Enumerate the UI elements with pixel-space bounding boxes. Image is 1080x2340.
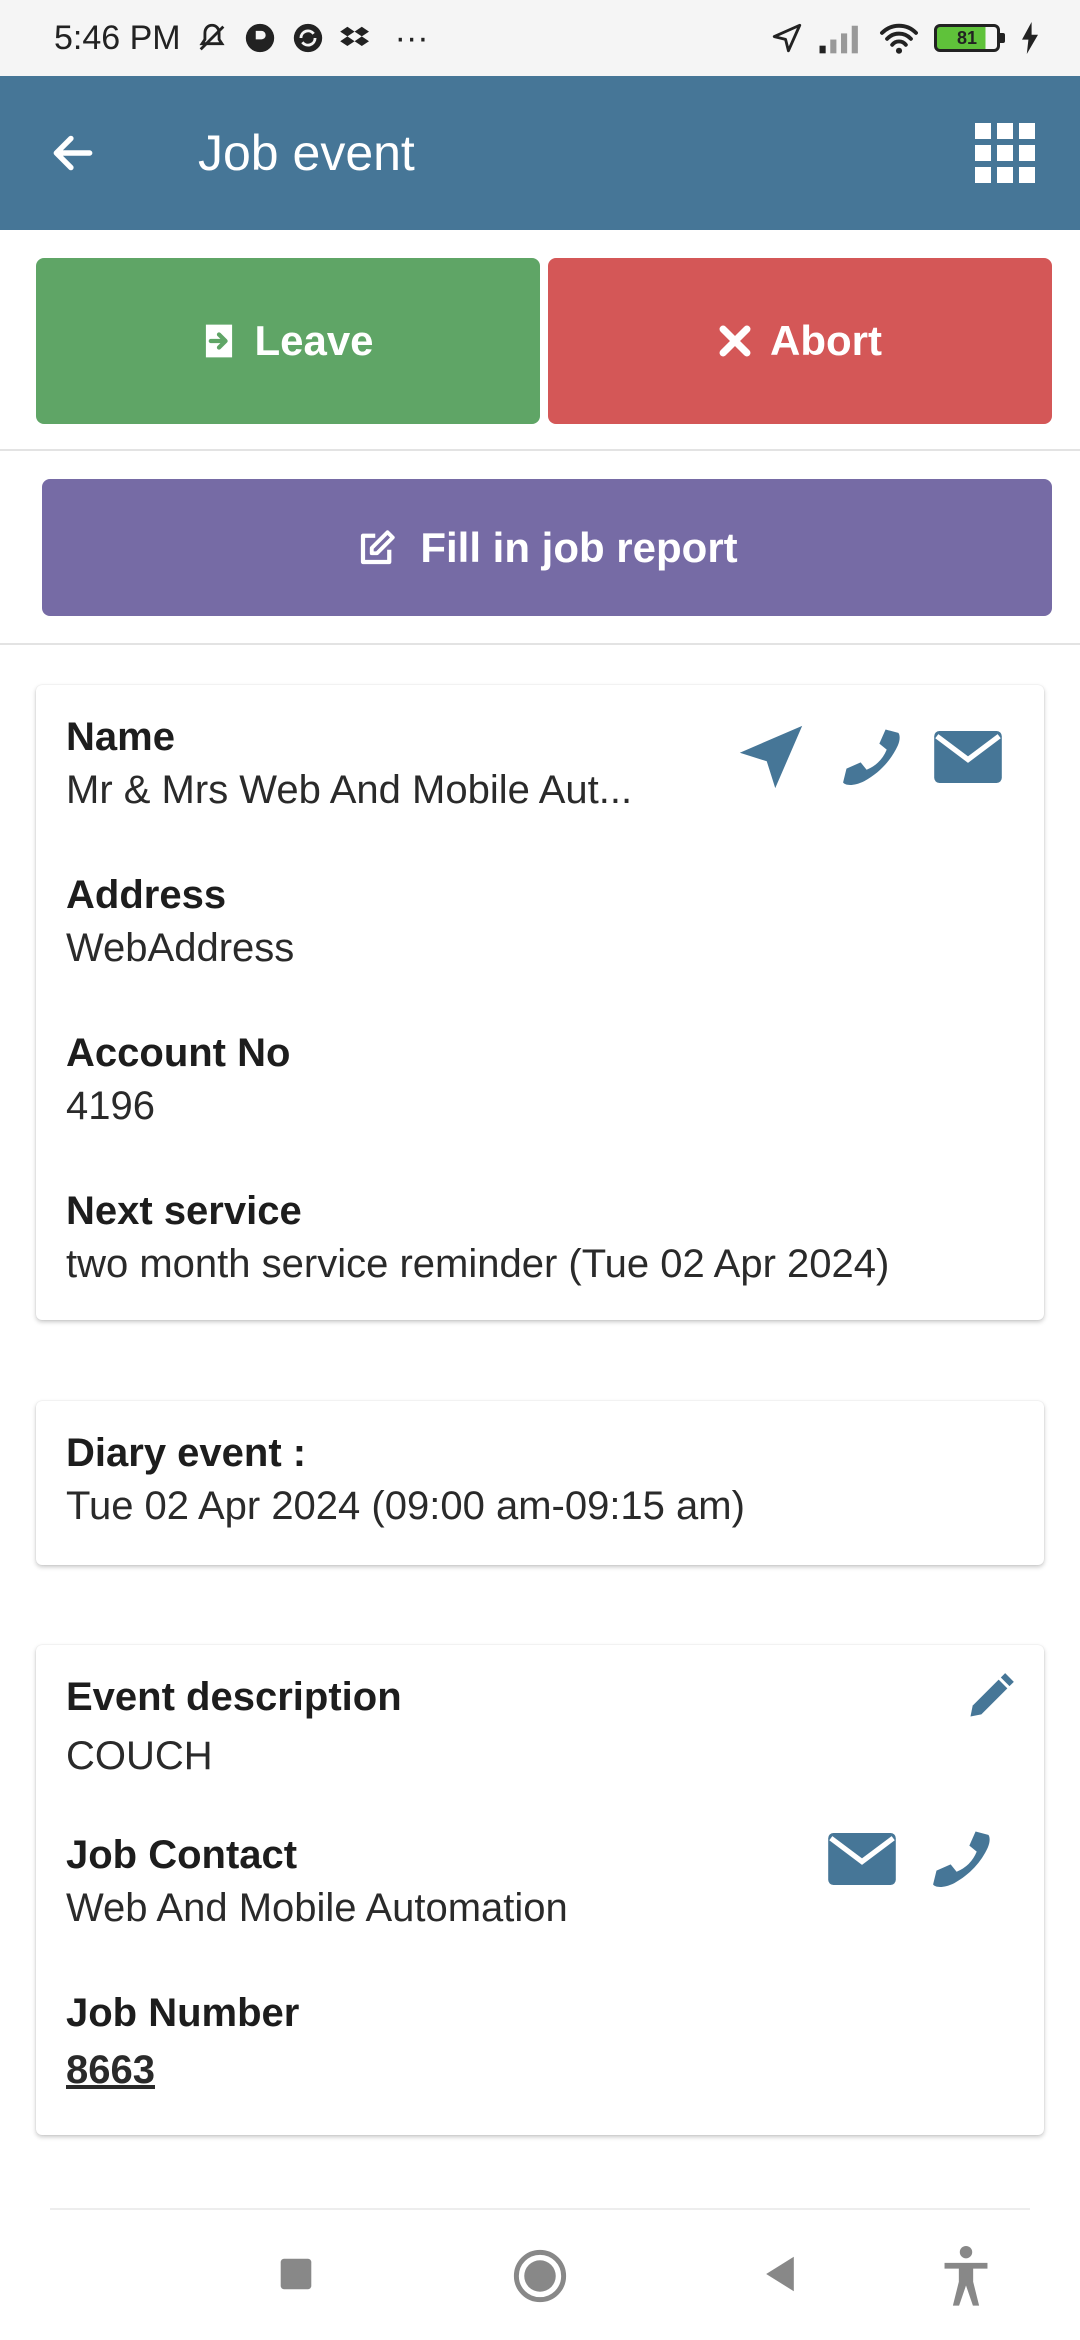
square-icon: [280, 2258, 312, 2290]
edit-description-button[interactable]: [964, 1671, 1016, 1723]
job-contact-actions: [828, 1825, 994, 1893]
account-label: Account No: [66, 1031, 291, 1075]
diary-label: Diary event :: [66, 1431, 307, 1475]
recents-button[interactable]: [278, 2256, 314, 2292]
job-number-field: Job Number 8663: [66, 1991, 299, 2093]
back-nav-button[interactable]: [760, 2254, 800, 2294]
close-icon: [719, 325, 751, 357]
grid-menu-icon: [975, 123, 1035, 183]
accessibility-icon: [944, 2245, 988, 2306]
call-contact-button[interactable]: [926, 1825, 994, 1893]
wifi-icon: [878, 21, 920, 55]
leave-button-label: Leave: [254, 317, 374, 364]
job-contact-field: Job Contact Web And Mobile Automation: [66, 1833, 568, 1931]
customer-card: Name Mr & Mrs Web And Mobile Aut... Addr…: [36, 685, 1044, 1320]
navigation-arrow-icon: [739, 725, 803, 789]
address-label: Address: [66, 873, 227, 917]
leave-button[interactable]: Leave: [36, 258, 540, 424]
event-description-field: Event description COUCH: [66, 1675, 402, 1779]
email-contact-button[interactable]: [828, 1833, 896, 1885]
job-number-link[interactable]: 8663: [66, 2048, 299, 2093]
phone-icon: [933, 1831, 990, 1887]
edit-description-action: [964, 1671, 1016, 1723]
fill-job-report-button[interactable]: Fill in job report: [42, 479, 1052, 616]
divider: [0, 449, 1080, 451]
battery-level: 81: [956, 27, 978, 48]
status-bar: 5:46 PM ··· 81: [0, 0, 1080, 76]
triangle-back-icon: [766, 2256, 794, 2292]
sync-app-icon: [291, 21, 325, 55]
location-arrow-icon: [770, 21, 804, 55]
event-description-label: Event description: [66, 1675, 402, 1719]
address-value: WebAddress: [66, 926, 295, 970]
abort-button-label: Abort: [770, 317, 882, 364]
signal-icon: [818, 22, 864, 54]
job-number-label: Job Number: [66, 1991, 300, 2035]
phone-icon: [843, 729, 900, 785]
status-time: 5:46 PM: [54, 18, 181, 57]
abort-button[interactable]: Abort: [548, 258, 1052, 424]
event-description-value: COUCH: [66, 1734, 213, 1778]
address-field: Address WebAddress: [66, 873, 294, 971]
next-service-label: Next service: [66, 1189, 302, 1233]
app-notification-icon: [243, 21, 277, 55]
pencil-icon: [970, 1673, 1014, 1717]
home-circle-icon: [513, 2249, 567, 2303]
job-contact-label: Job Contact: [66, 1833, 298, 1877]
divider: [50, 2208, 1030, 2210]
sign-out-icon: [206, 324, 233, 358]
back-button[interactable]: [48, 128, 98, 178]
call-customer-button[interactable]: [836, 723, 904, 791]
account-value: 4196: [66, 1084, 155, 1128]
app-bar: Job event: [0, 76, 1080, 230]
job-contact-value: Web And Mobile Automation: [66, 1886, 568, 1930]
divider: [0, 643, 1080, 645]
name-label: Name: [66, 715, 175, 759]
page-title: Job event: [198, 125, 415, 181]
email-customer-button[interactable]: [934, 731, 1002, 783]
status-right: 81: [770, 21, 1040, 55]
diary-field: Diary event : Tue 02 Apr 2024 (09:00 am-…: [66, 1431, 745, 1529]
more-notifications: ···: [394, 18, 429, 57]
action-buttons-row: Leave Abort: [36, 258, 1052, 424]
grid-menu-button[interactable]: [970, 118, 1040, 188]
envelope-icon: [828, 1833, 896, 1885]
envelope-icon: [934, 731, 1002, 783]
account-field: Account No 4196: [66, 1031, 290, 1129]
mute-bell-icon: [195, 21, 229, 55]
status-left: 5:46 PM ···: [54, 19, 429, 58]
home-button[interactable]: [512, 2248, 568, 2304]
system-navigation-bar: [0, 2212, 1080, 2340]
event-card: Event description COUCH Job Contact Web …: [36, 1645, 1044, 2135]
edit-square-icon: [361, 529, 396, 564]
next-service-value: two month service reminder (Tue 02 Apr 2…: [66, 1242, 890, 1286]
customer-actions: [736, 723, 1002, 791]
battery-icon: 81: [934, 24, 1005, 52]
fill-job-report-label: Fill in job report: [420, 523, 738, 571]
navigate-button[interactable]: [736, 723, 806, 791]
dropbox-icon: [339, 22, 371, 54]
arrow-left-icon: [53, 135, 93, 171]
charging-bolt-icon: [1020, 22, 1040, 54]
accessibility-button[interactable]: [938, 2244, 994, 2308]
next-service-field: Next service two month service reminder …: [66, 1189, 889, 1287]
name-field: Name Mr & Mrs Web And Mobile Aut...: [66, 715, 726, 813]
diary-card: Diary event : Tue 02 Apr 2024 (09:00 am-…: [36, 1401, 1044, 1565]
diary-value: Tue 02 Apr 2024 (09:00 am-09:15 am): [66, 1484, 745, 1528]
name-value: Mr & Mrs Web And Mobile Aut...: [66, 768, 633, 812]
